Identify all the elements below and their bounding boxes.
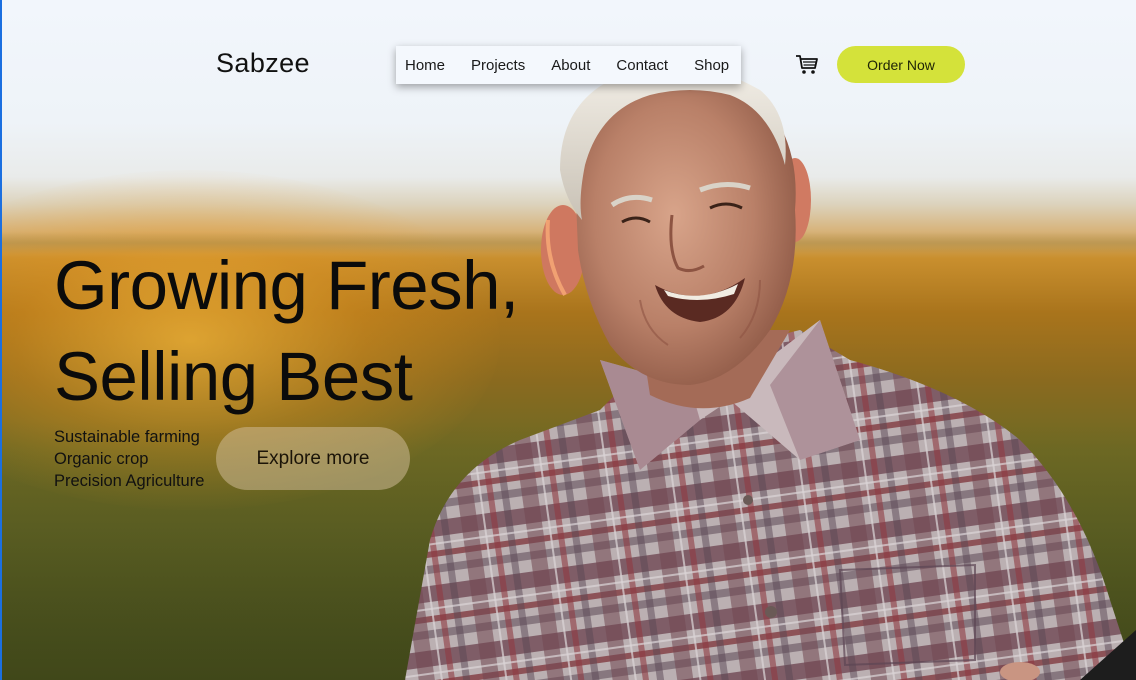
- nav-contact[interactable]: Contact: [616, 57, 668, 74]
- headline-line-2: Selling Best: [54, 338, 413, 415]
- nav-shop[interactable]: Shop: [694, 57, 729, 74]
- hero-headline: Growing Fresh, Selling Best: [54, 240, 519, 422]
- order-now-button[interactable]: Order Now: [837, 46, 965, 83]
- feature-item: Organic crop: [54, 450, 149, 468]
- feature-item: Sustainable farming: [54, 428, 200, 446]
- feature-list: Sustainable farming Organic crop Precisi…: [54, 426, 204, 492]
- nav-projects[interactable]: Projects: [471, 57, 525, 74]
- headline-line-1: Growing Fresh,: [54, 247, 519, 324]
- explore-more-button[interactable]: Explore more: [216, 427, 410, 490]
- shopping-cart-icon[interactable]: [795, 54, 819, 76]
- main-nav: Home Projects About Contact Shop: [396, 46, 741, 84]
- nav-home[interactable]: Home: [405, 57, 445, 74]
- feature-item: Precision Agriculture: [54, 472, 205, 490]
- nav-about[interactable]: About: [551, 57, 590, 74]
- site-logo[interactable]: Sabzee: [216, 48, 310, 79]
- window-edge: [0, 0, 2, 680]
